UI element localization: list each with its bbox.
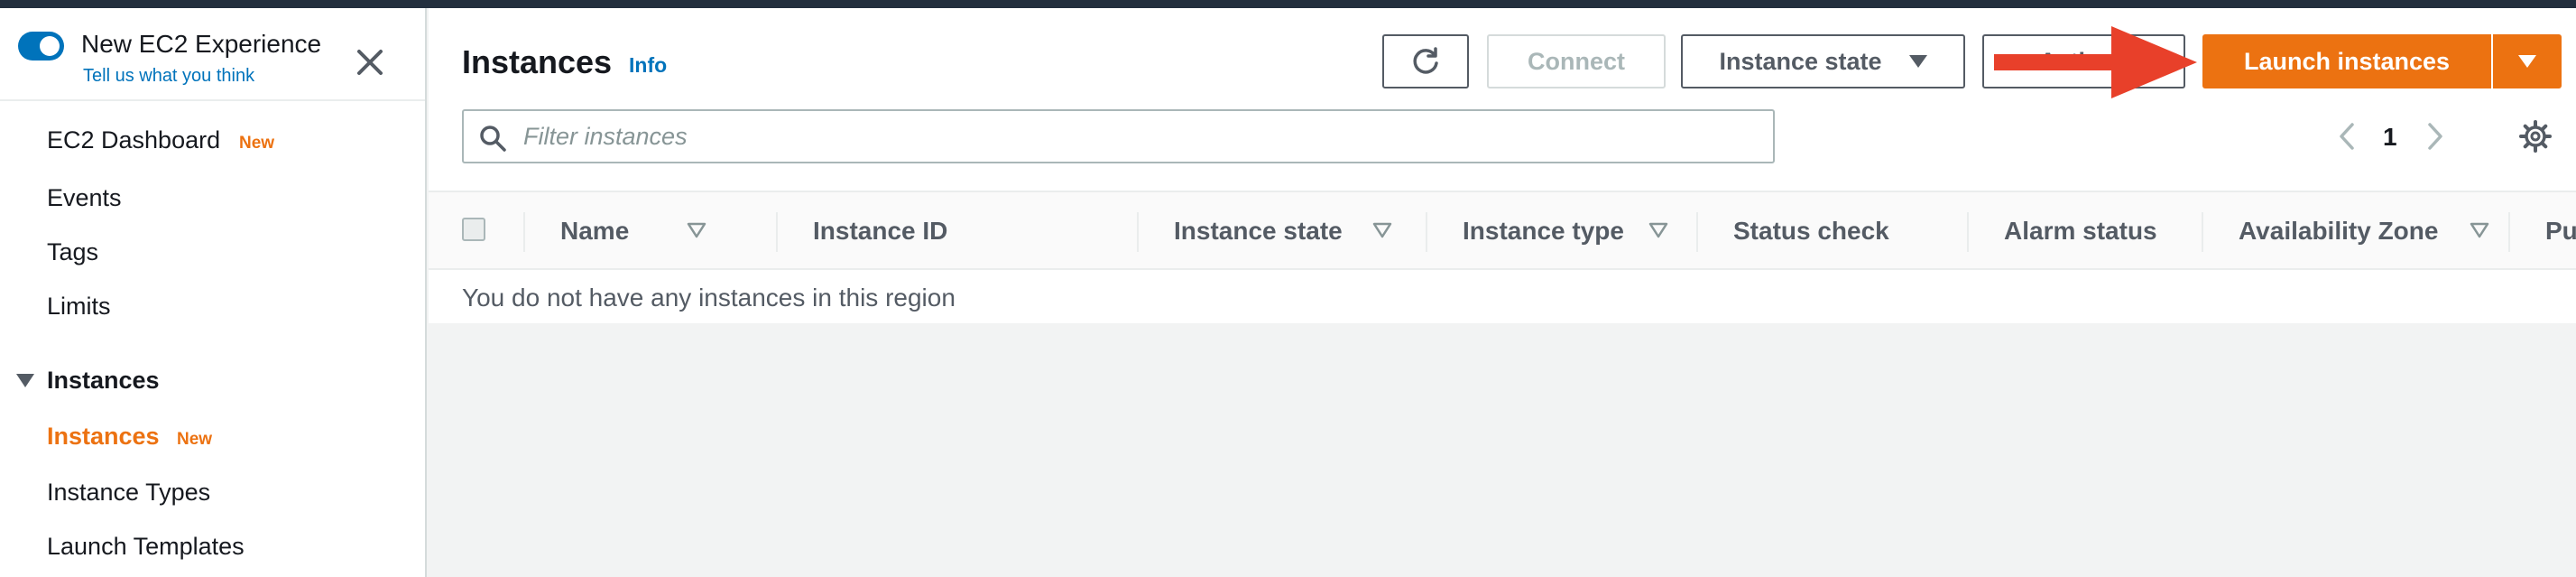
sidebar-item-instance-types[interactable]: Instance Types bbox=[47, 479, 210, 507]
column-divider bbox=[1426, 212, 1427, 252]
column-label: Availability Zone bbox=[2239, 217, 2439, 245]
launch-label: Launch instances bbox=[2243, 47, 2451, 75]
column-header-public[interactable]: Pu bbox=[2545, 192, 2576, 270]
sidebar-item-tags[interactable]: Tags bbox=[47, 238, 98, 266]
column-divider bbox=[1967, 212, 1969, 252]
gear-icon[interactable] bbox=[2518, 119, 2553, 154]
sidebar: New EC2 Experience Tell us what you thin… bbox=[0, 8, 427, 577]
select-all-checkbox[interactable] bbox=[462, 218, 485, 241]
chevron-right-icon[interactable] bbox=[2421, 121, 2448, 152]
info-link[interactable]: Info bbox=[629, 53, 667, 78]
new-experience-title: New EC2 Experience bbox=[81, 30, 322, 58]
launch-instances-split-button: Launch instances bbox=[2202, 34, 2562, 88]
sidebar-item-events[interactable]: Events bbox=[47, 184, 122, 212]
new-experience-toggle[interactable] bbox=[18, 32, 64, 60]
toggle-knob bbox=[40, 36, 60, 56]
column-label: Instance type bbox=[1463, 217, 1624, 245]
search-icon bbox=[480, 126, 506, 152]
column-header-availability-zone[interactable]: Availability Zone bbox=[2239, 192, 2500, 270]
new-badge: New bbox=[177, 430, 213, 449]
column-header-instance-id[interactable]: Instance ID bbox=[813, 192, 1111, 270]
current-page[interactable]: 1 bbox=[2383, 123, 2397, 152]
column-divider bbox=[1696, 212, 1698, 252]
filter-bar bbox=[462, 109, 1775, 163]
caret-down-icon bbox=[16, 374, 34, 387]
chevron-left-icon[interactable] bbox=[2334, 121, 2361, 152]
column-header-alarm-status[interactable]: Alarm status bbox=[2004, 192, 2202, 270]
column-label: Instance state bbox=[1174, 217, 1343, 245]
new-experience-banner: New EC2 Experience Tell us what you thin… bbox=[0, 8, 425, 101]
column-divider bbox=[776, 212, 778, 252]
empty-table-message: You do not have any instances in this re… bbox=[462, 284, 956, 312]
sidebar-item-limits[interactable]: Limits bbox=[47, 293, 111, 321]
sidebar-item-launch-templates[interactable]: Launch Templates bbox=[47, 533, 245, 561]
connect-label: Connect bbox=[1528, 47, 1625, 75]
connect-button[interactable]: Connect bbox=[1487, 34, 1666, 88]
column-divider bbox=[1137, 212, 1139, 252]
sort-icon bbox=[1648, 222, 1668, 238]
new-badge: New bbox=[239, 134, 275, 153]
column-divider bbox=[2508, 212, 2510, 252]
caret-down-icon bbox=[1908, 55, 1927, 68]
instance-state-dropdown[interactable]: Instance state bbox=[1681, 34, 1965, 88]
column-header-instance-type[interactable]: Instance type bbox=[1463, 192, 1679, 270]
sort-icon bbox=[1372, 222, 1392, 238]
refresh-icon bbox=[1413, 47, 1438, 74]
column-label: Instance ID bbox=[813, 217, 948, 245]
column-label: Status check bbox=[1733, 217, 1889, 245]
column-label: Name bbox=[560, 217, 630, 245]
caret-down-icon bbox=[2518, 55, 2536, 68]
sort-icon bbox=[687, 222, 706, 238]
sidebar-section-instances[interactable]: Instances bbox=[16, 367, 160, 395]
annotation-arrow-icon bbox=[1994, 26, 2197, 98]
launch-dropdown-button[interactable] bbox=[2493, 34, 2562, 88]
pagination: 1 bbox=[2334, 112, 2451, 162]
top-navigation-bar bbox=[0, 0, 2576, 8]
page-title: Instances bbox=[462, 43, 613, 80]
column-header-name[interactable]: Name bbox=[560, 192, 716, 270]
feedback-link[interactable]: Tell us what you think bbox=[83, 66, 254, 87]
section-label: Instances bbox=[47, 367, 160, 394]
column-header-instance-state[interactable]: Instance state bbox=[1174, 192, 1392, 270]
sidebar-item-instances[interactable]: Instances bbox=[47, 423, 160, 451]
column-label: Alarm status bbox=[2004, 217, 2157, 245]
table-header: Name Instance ID Instance state Instance… bbox=[429, 191, 2576, 270]
column-divider bbox=[523, 212, 525, 252]
column-header-status-check[interactable]: Status check bbox=[1733, 192, 1959, 270]
refresh-button[interactable] bbox=[1382, 34, 1469, 88]
close-icon[interactable] bbox=[352, 44, 388, 80]
launch-instances-button[interactable]: Launch instances bbox=[2202, 34, 2493, 88]
column-divider bbox=[2202, 212, 2203, 252]
sort-icon bbox=[2470, 222, 2489, 238]
filter-instances-input[interactable] bbox=[523, 120, 1759, 153]
instance-state-label: Instance state bbox=[1719, 47, 1882, 75]
instances-panel: Instances Info Connect Instance state Ac… bbox=[429, 8, 2576, 323]
column-label: Pu bbox=[2545, 217, 2576, 245]
sidebar-item-ec2-dashboard[interactable]: EC2 Dashboard bbox=[47, 126, 220, 154]
